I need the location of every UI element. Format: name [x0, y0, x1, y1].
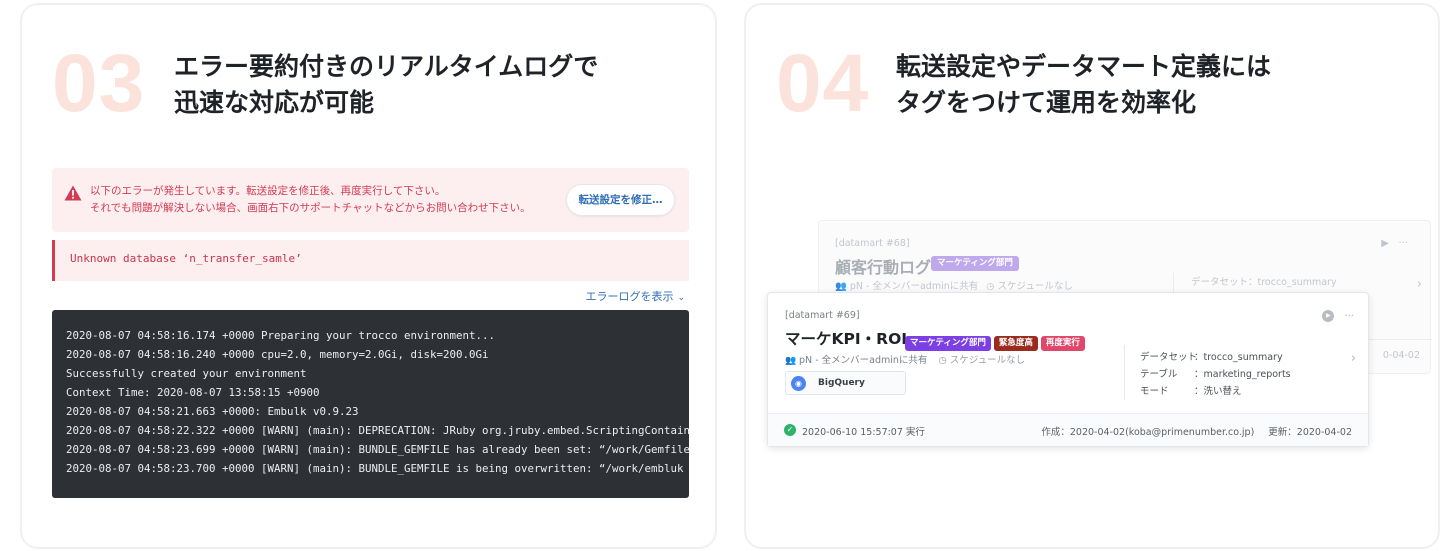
feature-heading: エラー要約付きのリアルタイムログで 迅速な対応が可能 — [174, 49, 598, 121]
card-footer: ✓ 2020-06-10 15:57:07 実行 作成：2020-04-02(k… — [768, 413, 1368, 446]
feature-card-04: 04 転送設定やデータマート定義には タグをつけて運用を効率化 [datamar… — [744, 3, 1440, 549]
feature-heading: 転送設定やデータマート定義には タグをつけて運用を効率化 — [896, 49, 1271, 121]
updated-info: 更新：2020-04-02 — [1268, 427, 1352, 438]
chevron-right-icon[interactable]: › — [1351, 351, 1356, 366]
log-line: Successfully created your environment — [66, 367, 307, 380]
datamart-id: [datamart #68] — [835, 238, 910, 249]
meta-key: テーブル — [1140, 369, 1178, 380]
meta-value: ：marketing_reports — [1194, 369, 1291, 380]
log-line: Context Time: 2020-08-07 13:58:15 +0900 — [66, 386, 320, 399]
dataset-info: データセット：trocco_summary — [1191, 277, 1337, 288]
log-terminal[interactable]: 2020-08-07 04:58:16.174 +0000 Preparing … — [52, 310, 689, 498]
alert-line: 以下のエラーが発生しています。転送設定を修正後、再度実行して下さい。 — [90, 185, 446, 197]
users-icon: 👥 — [835, 281, 850, 292]
meta-value: ：trocco_summary — [1194, 352, 1283, 363]
connector-label: BigQuery — [818, 378, 865, 388]
meta-value: ：洗い替え — [1194, 386, 1242, 397]
created-info: 作成：2020-04-02(koba@primenumber.co.jp) — [1041, 427, 1255, 438]
feature-heading-line: 転送設定やデータマート定義には — [896, 52, 1272, 81]
log-line: 2020-08-07 04:58:21.663 +0000: Embulk v0… — [66, 405, 359, 418]
feature-heading-line: タグをつけて運用を効率化 — [896, 88, 1197, 117]
share-text: pN - 全メンバーadminに共有 — [799, 355, 928, 366]
card-actions: ▶ ··· — [1322, 310, 1354, 322]
feature-card-03: 03 エラー要約付きのリアルタイムログで 迅速な対応が可能 以下のエラーが発生し… — [20, 3, 717, 549]
meta-key: モード — [1140, 386, 1169, 397]
warning-icon — [64, 185, 82, 201]
meta-key: データセット — [1140, 352, 1198, 363]
feature-heading-line: 迅速な対応が可能 — [174, 88, 375, 117]
tag-badge[interactable]: マーケティング部門 — [905, 336, 991, 351]
play-icon[interactable]: ▶ — [1322, 310, 1335, 322]
show-error-log-toggle[interactable]: エラーログを表示 ⌄ — [585, 288, 685, 304]
share-info: 👥 pN - 全メンバーadminに共有 ◷ スケジュールなし — [785, 352, 1025, 366]
datamart-id: [datamart #69] — [785, 310, 860, 321]
last-run-time: 2020-06-10 15:57:07 実行 — [802, 427, 925, 438]
log-line: 2020-08-07 04:58:16.240 +0000 cpu=2.0, m… — [66, 348, 489, 361]
tag-badge[interactable]: 再度実行 — [1040, 336, 1085, 351]
log-line: 2020-08-07 04:58:23.699 +0000 [WARN] (ma… — [66, 443, 689, 456]
bigquery-icon: ◉ — [791, 376, 806, 391]
datamart-title: 顧客行動ログ — [835, 258, 932, 277]
meta-row: データセット：trocco_summary — [1140, 349, 1283, 363]
datamart-card[interactable]: [datamart #69] ▶ ··· マーケKPI・ROI マーケティング部門… — [767, 292, 1369, 447]
updated-date: 0-04-02 — [1382, 350, 1420, 361]
tag-badge[interactable]: マーケティング部門 — [931, 256, 1019, 271]
error-message: Unknown database ‘n_transfer_samle’ — [70, 252, 302, 265]
meta-row: テーブル ：marketing_reports — [1140, 366, 1291, 380]
share-info: 👥 pN - 全メンバーadminに共有 ◷ スケジュールなし — [835, 278, 1073, 292]
datamart-title: マーケKPI・ROI — [785, 330, 908, 348]
chevron-down-icon: ⌄ — [677, 293, 685, 303]
alert-message: 以下のエラーが発生しています。転送設定を修正後、再度実行して下さい。 それでも問… — [90, 183, 531, 217]
more-icon[interactable]: ··· — [1344, 311, 1354, 322]
tag-badge[interactable]: 緊急度高 — [993, 336, 1038, 351]
schedule-text: スケジュールなし — [997, 281, 1073, 292]
schedule-text: スケジュールなし — [949, 355, 1026, 366]
feature-number: 03 — [52, 38, 146, 129]
log-line: 2020-08-07 04:58:22.322 +0000 [WARN] (ma… — [66, 424, 689, 437]
chevron-right-icon[interactable]: › — [1417, 277, 1422, 292]
success-check-icon: ✓ — [784, 424, 796, 436]
fix-transfer-settings-button[interactable]: 転送設定を修正… — [566, 184, 675, 216]
error-summary: Unknown database ‘n_transfer_samle’ — [52, 240, 689, 281]
log-line: 2020-08-07 04:58:16.174 +0000 Preparing … — [66, 329, 496, 342]
divider — [1124, 345, 1125, 400]
clock-icon: ◷ — [986, 281, 998, 292]
share-text: pN - 全メンバーadminに共有 — [849, 281, 979, 292]
more-icon[interactable]: ▶ ··· — [1381, 238, 1408, 249]
show-error-log-label: エラーログを表示 — [585, 290, 674, 303]
clock-icon: ◷ — [938, 355, 947, 366]
meta-row: モード ：洗い替え — [1140, 383, 1242, 397]
tag-list: マーケティング部門 緊急度高 再度実行 — [905, 330, 1088, 351]
log-line: 2020-08-07 04:58:23.700 +0000 [WARN] (ma… — [66, 462, 684, 475]
error-alert: 以下のエラーが発生しています。転送設定を修正後、再度実行して下さい。 それでも問… — [52, 168, 689, 232]
connector-badge: ◉ BigQuery — [785, 371, 906, 395]
footer-meta: 作成：2020-04-02(koba@primenumber.co.jp) 更新：… — [1041, 424, 1352, 438]
users-icon: 👥 — [785, 356, 797, 366]
feature-heading-line: エラー要約付きのリアルタイムログで — [174, 52, 599, 81]
feature-number: 04 — [776, 38, 870, 129]
alert-line: それでも問題が解決しない場合、画面右下のサポートチャットなどからお問い合わせ下さ… — [90, 202, 531, 214]
